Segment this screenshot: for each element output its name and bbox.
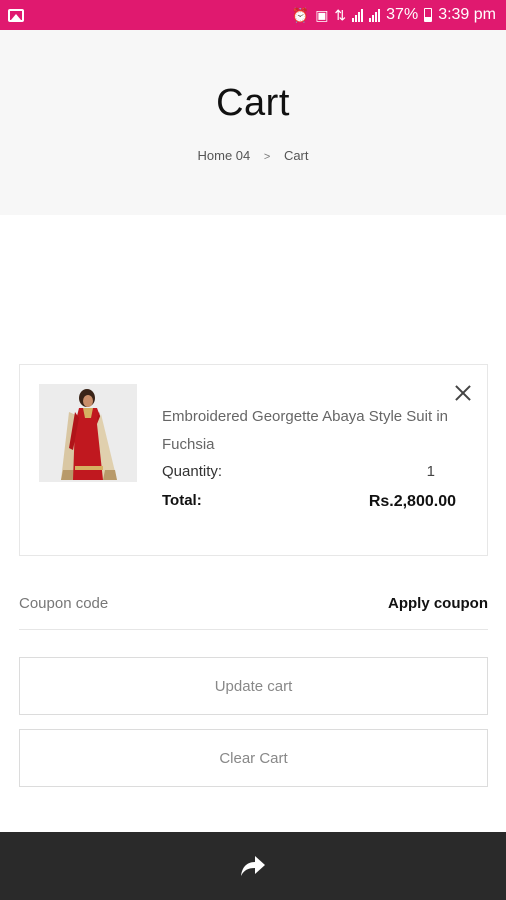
network-icon: ⇅ [334,6,347,23]
coupon-row: Apply coupon [19,588,488,630]
breadcrumb-current: Cart [283,148,309,163]
signal-icon-2 [369,8,381,22]
product-image [39,384,137,482]
quantity-label: Quantity: [162,463,223,480]
status-bar: ⏰ ▣ ⇅ 37% 3:39 pm [0,0,506,30]
battery-percent: 37% [386,6,419,23]
update-cart-button[interactable]: Update cart [19,657,488,715]
clear-cart-button[interactable]: Clear Cart [19,729,488,787]
breadcrumb: Home 04 > Cart [0,148,506,163]
page-header: Cart Home 04 > Cart [0,30,506,215]
status-left [8,8,24,22]
remove-item-icon[interactable] [453,383,473,403]
signal-icon [352,8,364,22]
media-icon: ▣ [315,6,329,23]
breadcrumb-separator: > [263,151,271,163]
apply-coupon-button[interactable]: Apply coupon [388,588,488,620]
alarm-icon: ⏰ [291,6,310,23]
page-title: Cart [216,82,290,124]
image-notification-icon [8,8,24,22]
product-thumbnail[interactable] [39,384,137,482]
bottom-bar [0,832,506,900]
quantity-value: 1 [426,463,435,480]
clock: 3:39 pm [438,6,496,23]
breadcrumb-home-link[interactable]: Home 04 [198,148,251,163]
status-right: ⏰ ▣ ⇅ 37% 3:39 pm [292,6,496,24]
cart-item-card: Embroidered Georgette Abaya Style Suit i… [19,364,488,556]
share-forward-icon[interactable] [239,854,267,878]
total-label: Total: [162,492,202,509]
total-value: Rs.2,800.00 [368,493,456,510]
battery-icon [424,8,433,22]
coupon-code-input[interactable] [19,588,279,618]
product-name[interactable]: Embroidered Georgette Abaya Style Suit i… [162,403,452,459]
